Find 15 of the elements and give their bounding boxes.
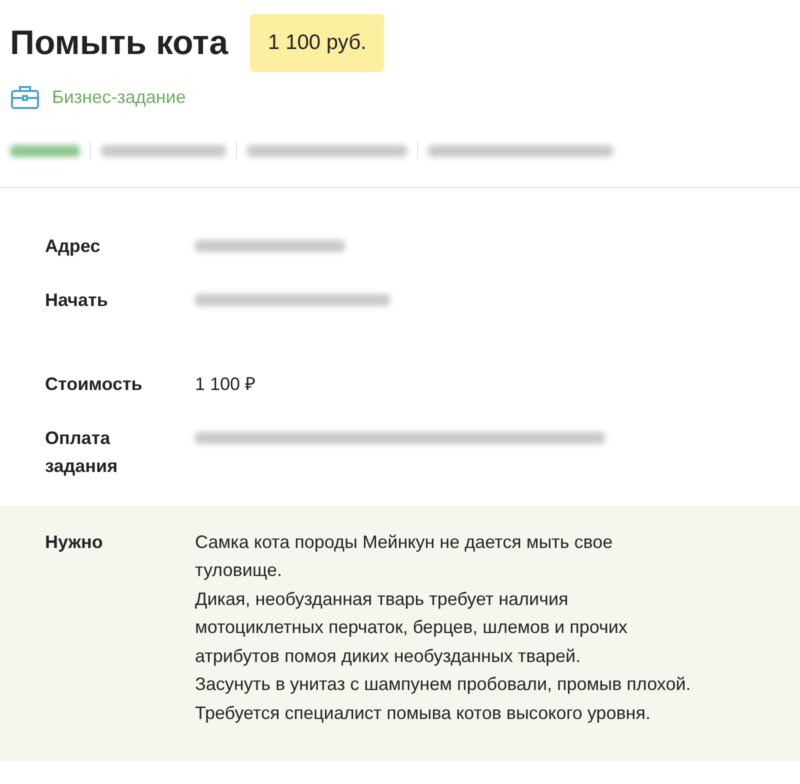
detail-label: Оплата задания [45,426,119,478]
detail-label: Стоимость [45,372,144,396]
requirement-label: Нужно [45,530,104,554]
detail-label: Адрес [45,234,102,258]
page-title: Помыть кота [10,26,228,60]
description-text: Требуется специалист помыва котов высокого уровня. [195,702,652,725]
detail-value: 1 100 ₽ [195,372,256,396]
briefcase-icon [10,84,40,110]
description-text: Дикая, необузданная тварь требует наличия мотоциклетных перчаток, берцев, шлемов и прочих атрибутов помоя диких необузданных тварей. [195,588,628,668]
detail-label: Начать [45,288,109,312]
description-text: Засунуть в унитаз с шампунем пробовали, промыв плохой. [195,673,692,696]
description-text: Самка кота породы Мейнкун не дается мыть свое туловище. [195,530,614,582]
price-badge: 1 100 руб. [250,14,384,72]
blurred-text [10,144,80,156]
category-label: Бизнес-задание [52,86,186,109]
